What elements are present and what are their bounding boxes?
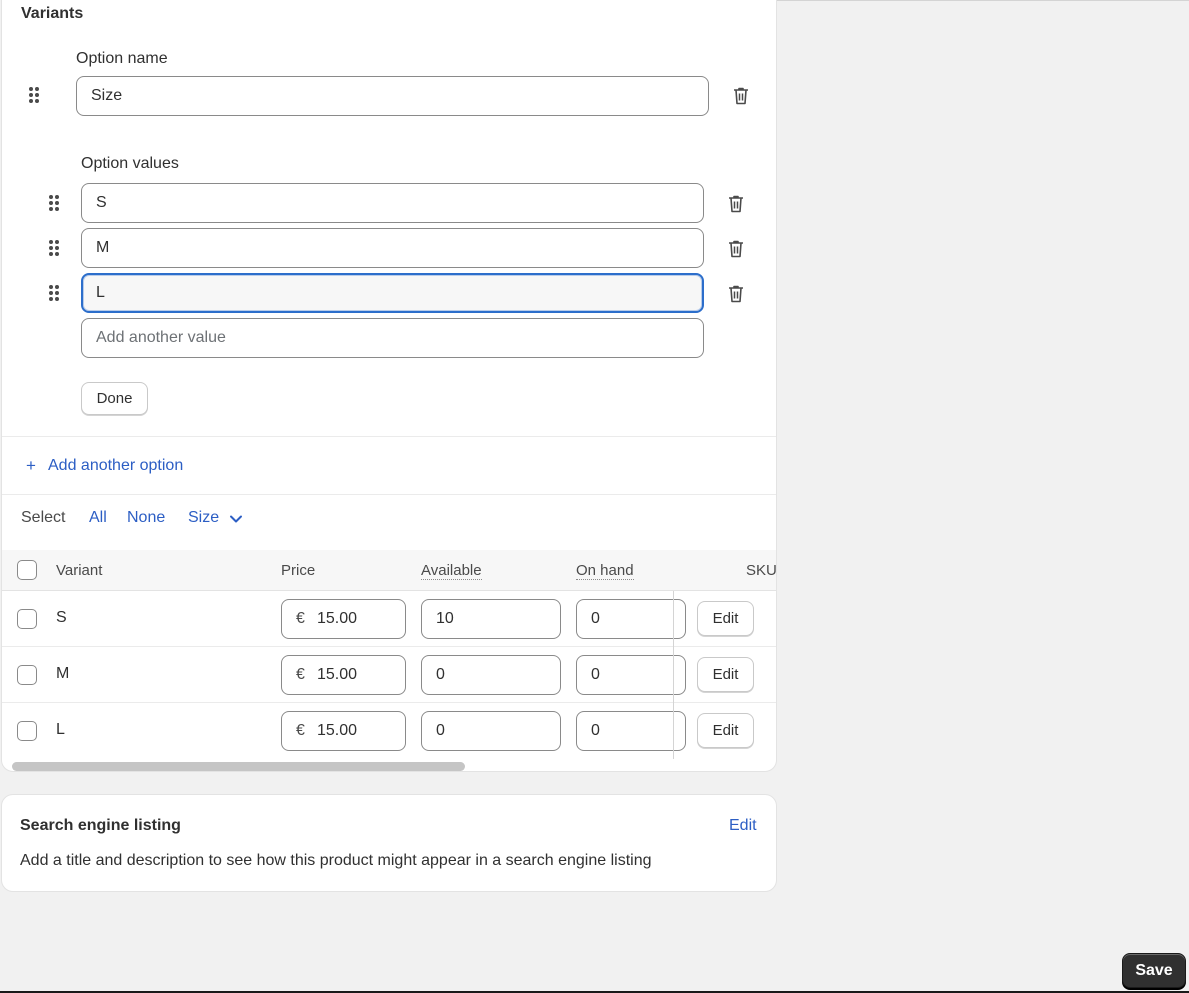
- on-hand-input[interactable]: [576, 711, 686, 751]
- option-name-input[interactable]: [76, 76, 709, 116]
- select-all-checkbox[interactable]: [17, 560, 37, 580]
- sticky-column-divider: [673, 591, 674, 759]
- save-button[interactable]: Save: [1122, 953, 1186, 988]
- select-label: Select: [21, 509, 66, 526]
- option-drag-handle-icon[interactable]: [29, 87, 39, 103]
- done-button[interactable]: Done: [81, 382, 148, 415]
- top-border: [776, 0, 1189, 1]
- row-checkbox[interactable]: [17, 665, 37, 685]
- row-checkbox[interactable]: [17, 721, 37, 741]
- variant-name: L: [56, 721, 65, 738]
- table-row: L € 15.00 Edit: [2, 703, 776, 759]
- sku-column-header: SKU: [746, 562, 777, 579]
- price-column-header: Price: [281, 562, 316, 579]
- value-drag-handle-icon[interactable]: [49, 195, 59, 211]
- price-value: 15.00: [317, 610, 358, 627]
- add-another-option-link[interactable]: Add another option: [48, 457, 183, 475]
- seo-card: Search engine listing Edit Add a title a…: [1, 794, 777, 892]
- table-row: S € 15.00 Edit: [2, 591, 776, 647]
- price-value: 15.00: [317, 666, 358, 683]
- add-value-input[interactable]: [81, 318, 704, 358]
- available-input[interactable]: [421, 655, 561, 695]
- currency-symbol: €: [296, 666, 305, 683]
- variants-card: Variants Option name Option values Done …: [1, 0, 777, 772]
- currency-symbol: €: [296, 722, 305, 739]
- on-hand-column-header[interactable]: On hand: [576, 562, 634, 580]
- delete-value-trash-icon[interactable]: [727, 194, 745, 214]
- option-value-input-focused[interactable]: [81, 273, 704, 313]
- select-none-link[interactable]: None: [127, 509, 165, 527]
- price-field[interactable]: € 15.00: [281, 655, 406, 695]
- sticky-edit-column: [674, 591, 776, 759]
- available-input[interactable]: [421, 711, 561, 751]
- option-values-label: Option values: [81, 155, 179, 172]
- option-value-input[interactable]: [81, 183, 704, 223]
- row-checkbox[interactable]: [17, 609, 37, 629]
- chevron-down-icon[interactable]: [229, 514, 243, 524]
- seo-description: Add a title and description to see how t…: [20, 852, 652, 869]
- delete-value-trash-icon[interactable]: [727, 239, 745, 259]
- currency-symbol: €: [296, 610, 305, 627]
- variant-column-header: Variant: [56, 562, 103, 579]
- add-option-plus-icon[interactable]: +: [26, 456, 36, 476]
- horizontal-scrollbar[interactable]: [12, 762, 465, 771]
- variants-table-header: Variant Price Available On hand SKU: [2, 550, 777, 591]
- select-all-link[interactable]: All: [89, 509, 107, 527]
- variants-title: Variants: [21, 5, 84, 22]
- price-field[interactable]: € 15.00: [281, 711, 406, 751]
- seo-edit-link[interactable]: Edit: [729, 817, 757, 835]
- option-name-label: Option name: [76, 50, 168, 67]
- delete-option-trash-icon[interactable]: [732, 86, 750, 106]
- price-field[interactable]: € 15.00: [281, 599, 406, 639]
- variant-name: M: [56, 665, 70, 682]
- select-size-dropdown[interactable]: Size: [188, 509, 219, 527]
- divider: [2, 494, 776, 495]
- value-drag-handle-icon[interactable]: [49, 285, 59, 301]
- price-value: 15.00: [317, 722, 358, 739]
- divider: [2, 436, 776, 437]
- on-hand-input[interactable]: [576, 599, 686, 639]
- table-row: M € 15.00 Edit: [2, 647, 776, 703]
- variant-name: S: [56, 609, 67, 626]
- on-hand-input[interactable]: [576, 655, 686, 695]
- available-column-header[interactable]: Available: [421, 562, 482, 580]
- delete-value-trash-icon[interactable]: [727, 284, 745, 304]
- option-value-input[interactable]: [81, 228, 704, 268]
- value-drag-handle-icon[interactable]: [49, 240, 59, 256]
- available-input[interactable]: [421, 599, 561, 639]
- seo-title: Search engine listing: [20, 817, 181, 834]
